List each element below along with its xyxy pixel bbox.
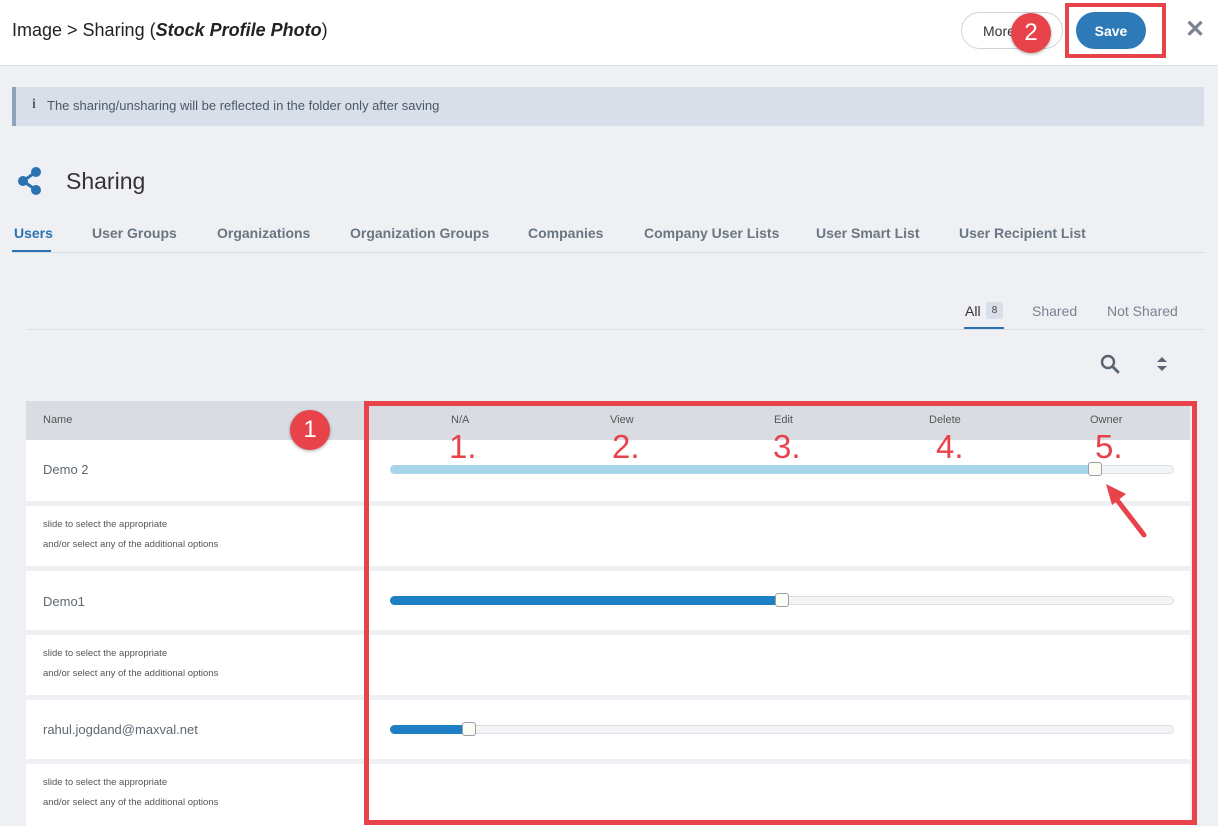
tab-organization-groups[interactable]: Organization Groups <box>350 225 489 241</box>
active-filter-indicator <box>964 327 1004 329</box>
annotation-arrow-icon <box>1106 484 1147 538</box>
hint-line-1: slide to select the appropriate <box>43 519 168 530</box>
annotation-level-1: 1. <box>449 428 477 465</box>
breadcrumb-suffix: ) <box>321 20 328 40</box>
column-header-name: Name <box>43 414 73 426</box>
hint-line-2: and/or select any of the additional opti… <box>43 539 219 550</box>
close-icon[interactable]: ✕ <box>1184 16 1206 44</box>
annotation-badge-2: 2 <box>1011 13 1051 53</box>
slider-hint: slide to select the appropriate and/or se… <box>43 773 218 813</box>
tab-user-recipient-list[interactable]: User Recipient List <box>959 225 1086 241</box>
hint-line-2: and/or select any of the additional opti… <box>43 797 219 808</box>
info-icon: i <box>32 97 36 112</box>
hint-line-1: slide to select the appropriate <box>43 777 168 788</box>
active-tab-indicator <box>12 250 51 252</box>
search-icon[interactable] <box>1099 353 1121 375</box>
tab-bar: Users User Groups Organizations Organiza… <box>12 222 1204 253</box>
save-highlight-frame <box>1065 3 1166 58</box>
info-banner: i The sharing/unsharing will be reflecte… <box>12 87 1204 126</box>
annotation-level-3: 3. <box>773 428 801 465</box>
breadcrumb-item-name: Stock Profile Photo <box>155 20 322 40</box>
info-banner-text: The sharing/unsharing will be reflected … <box>47 98 440 113</box>
sort-icon[interactable] <box>1155 354 1169 374</box>
user-name: Demo 2 <box>43 462 89 477</box>
hint-line-2: and/or select any of the additional opti… <box>43 668 219 679</box>
tab-users[interactable]: Users <box>14 225 53 241</box>
annotation-level-2: 2. <box>612 428 640 465</box>
breadcrumb-prefix: Image > Sharing ( <box>12 20 156 40</box>
filter-all-count: 8 <box>986 302 1003 319</box>
filter-shared[interactable]: Shared <box>1032 303 1077 319</box>
tab-user-groups[interactable]: User Groups <box>92 225 177 241</box>
annotation-badge-1: 1 <box>290 410 330 450</box>
slider-hint: slide to select the appropriate and/or se… <box>43 644 218 684</box>
section-title: Sharing <box>66 168 146 194</box>
filter-all[interactable]: All <box>965 303 981 319</box>
tab-company-user-lists[interactable]: Company User Lists <box>644 225 779 241</box>
annotation-level-4: 4. <box>936 428 964 465</box>
filter-not-shared[interactable]: Not Shared <box>1107 303 1178 319</box>
tab-user-smart-list[interactable]: User Smart List <box>816 225 919 241</box>
slider-hint: slide to select the appropriate and/or se… <box>43 515 218 555</box>
annotation-level-5: 5. <box>1095 428 1123 465</box>
tab-organizations[interactable]: Organizations <box>217 225 310 241</box>
filter-divider <box>26 329 1204 330</box>
user-name: rahul.jogdand@maxval.net <box>43 722 198 737</box>
tab-companies[interactable]: Companies <box>528 225 603 241</box>
user-name: Demo1 <box>43 594 85 609</box>
share-icon <box>18 167 41 195</box>
hint-line-1: slide to select the appropriate <box>43 648 168 659</box>
breadcrumb: Image > Sharing (Stock Profile Photo) <box>12 20 328 41</box>
